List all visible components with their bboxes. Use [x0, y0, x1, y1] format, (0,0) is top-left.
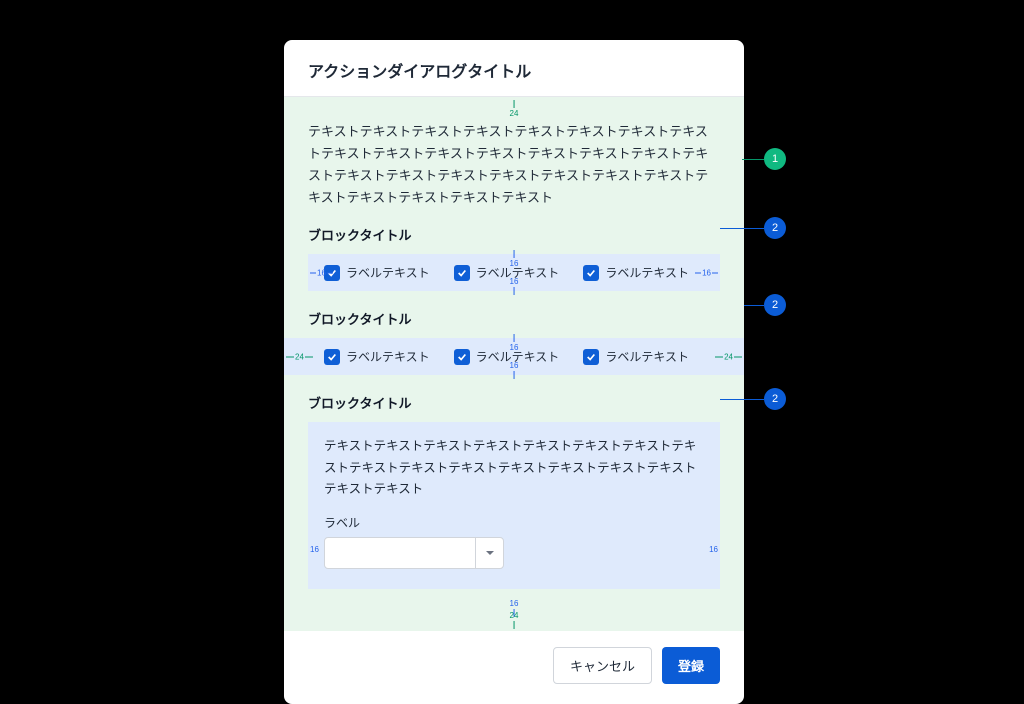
select-dropdown-button[interactable]: [475, 538, 503, 568]
submit-button[interactable]: 登録: [662, 647, 720, 684]
callout-badge: 2: [764, 217, 786, 239]
spacing-marker: 16: [695, 268, 718, 277]
cancel-button[interactable]: キャンセル: [553, 647, 652, 684]
spacing-marker: 16: [510, 334, 519, 352]
checkbox-item: ラベルテキスト: [454, 264, 560, 281]
dialog-description: テキストテキストテキストテキストテキストテキストテキストテキストテキストテキスト…: [308, 121, 720, 209]
dialog-footer: キャンセル 登録: [284, 631, 744, 704]
select-input[interactable]: [324, 537, 504, 569]
checkbox-label: ラベルテキスト: [605, 264, 689, 281]
dialog-title: アクションダイアログタイトル: [308, 58, 720, 82]
block-1: ブロックタイトル 16 16 ラベルテキスト ラベルテキスト: [308, 225, 720, 291]
checkbox-label: ラベルテキスト: [605, 348, 689, 365]
checkbox-label: ラベルテキスト: [346, 348, 430, 365]
checkbox-item: ラベルテキスト: [324, 264, 430, 281]
callout-2c: 2: [720, 388, 786, 410]
checkbox-row: 16 16 ラベルテキスト ラベルテキスト: [308, 254, 720, 291]
spacing-marker: 16: [709, 545, 718, 554]
select-field[interactable]: [325, 538, 475, 568]
spacing-marker-top-outer: 24: [510, 100, 519, 118]
dialog-header: アクションダイアログタイトル: [284, 40, 744, 97]
block-title: ブロックタイトル: [308, 225, 720, 244]
checkbox[interactable]: [583, 265, 599, 281]
callout-badge: 2: [764, 294, 786, 316]
check-icon: [327, 352, 337, 362]
block-title: ブロックタイトル: [308, 309, 720, 328]
caret-down-icon: [485, 548, 495, 558]
checkbox[interactable]: [454, 265, 470, 281]
check-icon: [586, 268, 596, 278]
checkbox[interactable]: [583, 349, 599, 365]
spacing-marker: 16: [510, 250, 519, 268]
field-label: ラベル: [324, 514, 704, 531]
checkbox-row-wide: 16 24 ラベルテキスト ラベルテキスト: [284, 338, 744, 375]
checkbox[interactable]: [324, 349, 340, 365]
spacing-marker: 16: [510, 361, 519, 379]
spacing-marker: 16: [310, 268, 333, 277]
callout-badge: 1: [764, 148, 786, 170]
dialog-body: 24 テキストテキストテキストテキストテキストテキストテキストテキストテキストテ…: [284, 97, 744, 631]
checkbox[interactable]: [454, 349, 470, 365]
block-body-text: テキストテキストテキストテキストテキストテキストテキストテキストテキストテキスト…: [324, 436, 704, 500]
checkbox-item: ラベルテキスト: [454, 348, 560, 365]
checkbox-item: ラベルテキスト: [583, 264, 689, 281]
block-2: ブロックタイトル 16 24 ラベルテキスト ラベルテキスト: [308, 309, 720, 375]
callout-1: 1: [742, 148, 786, 170]
check-icon: [457, 352, 467, 362]
callout-badge: 2: [764, 388, 786, 410]
action-dialog: アクションダイアログタイトル 24 テキストテキストテキストテキストテキストテキ…: [284, 40, 744, 704]
check-icon: [457, 268, 467, 278]
checkbox-item: ラベルテキスト: [583, 348, 689, 365]
block-title: ブロックタイトル: [308, 393, 720, 412]
checkbox-item: ラベルテキスト: [324, 348, 430, 365]
checkbox-label: ラベルテキスト: [346, 264, 430, 281]
spacing-marker: 24: [715, 352, 742, 361]
spacing-marker: 16: [310, 545, 319, 554]
content-box: 16 16 テキストテキストテキストテキストテキストテキストテキストテキストテキ…: [308, 422, 720, 589]
callout-2b: 2: [744, 294, 786, 316]
spacing-marker: 16: [510, 277, 519, 295]
spacing-marker-bottom-outer: 24: [510, 611, 519, 629]
spacing-marker: 24: [286, 352, 313, 361]
block-3: ブロックタイトル 16 16 テキストテキストテキストテキストテキストテキストテ…: [308, 393, 720, 589]
check-icon: [586, 352, 596, 362]
callout-2a: 2: [720, 217, 786, 239]
